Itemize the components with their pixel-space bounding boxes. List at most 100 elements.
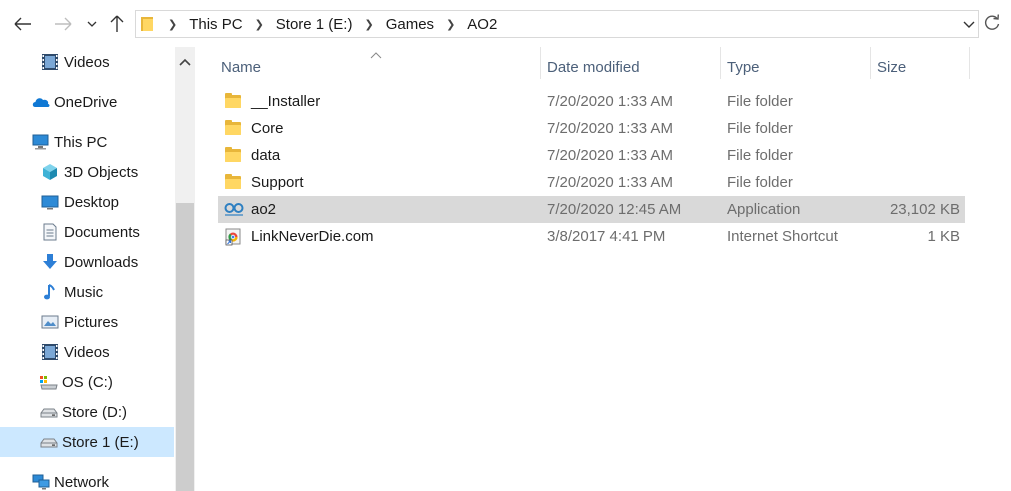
file-row-data[interactable]: data 7/20/2020 1:33 AM File folder <box>218 142 965 169</box>
file-size <box>878 169 960 196</box>
file-name: data <box>251 147 281 164</box>
file-row-support[interactable]: Support 7/20/2020 1:33 AM File folder <box>218 169 965 196</box>
file-type: Internet Shortcut <box>727 228 838 245</box>
file-size <box>878 88 960 115</box>
nav-item-3d-objects[interactable]: 3D Objects <box>0 157 174 187</box>
scrollbar-thumb[interactable] <box>176 203 194 491</box>
file-name: Core <box>251 120 284 137</box>
file-name-cell: Core <box>224 115 284 142</box>
file-row-installer[interactable]: __Installer 7/20/2020 1:33 AM File folde… <box>218 88 965 115</box>
nav-item-label: Documents <box>64 223 140 241</box>
file-type: File folder <box>727 174 793 191</box>
column-header-name[interactable]: Name <box>215 52 540 82</box>
folder-icon <box>141 16 155 35</box>
videos-icon <box>41 343 59 361</box>
file-name: ao2 <box>251 201 277 218</box>
navigation-pane: Videos OneDrive This PC 3D Objects Deskt… <box>0 47 195 491</box>
file-date: 7/20/2020 1:33 AM <box>547 93 673 110</box>
file-type: File folder <box>727 120 793 137</box>
this-pc-icon <box>31 133 49 151</box>
nav-item-label: Pictures <box>64 313 119 331</box>
breadcrumb-store-1[interactable]: Store 1 (E:) <box>274 16 355 33</box>
up-button[interactable] <box>107 10 127 38</box>
nav-item-label: 3D Objects <box>64 163 139 181</box>
nav-item-label: Store 1 (E:) <box>62 433 139 451</box>
nav-item-videos-2[interactable]: Videos <box>0 337 174 367</box>
nav-item-desktop[interactable]: Desktop <box>0 187 174 217</box>
nav-item-os-c[interactable]: OS (C:) <box>0 367 174 397</box>
up-arrow-icon <box>110 15 124 32</box>
file-name-cell: LinkNeverDie.com <box>224 223 374 250</box>
nav-item-label: OS (C:) <box>62 373 113 391</box>
address-toolbar: ❯ This PC ❯ Store 1 (E:) ❯ Games ❯ AO2 <box>0 0 1011 47</box>
address-bar[interactable]: ❯ This PC ❯ Store 1 (E:) ❯ Games ❯ AO2 <box>135 10 979 38</box>
nav-item-store-d[interactable]: Store (D:) <box>0 397 174 427</box>
file-type: Application <box>727 201 801 218</box>
breadcrumb-ao2[interactable]: AO2 <box>465 16 499 33</box>
file-row-core[interactable]: Core 7/20/2020 1:33 AM File folder <box>218 115 965 142</box>
file-name: __Installer <box>251 93 321 110</box>
column-header-size[interactable]: Size <box>871 52 969 82</box>
drive-icon <box>39 433 58 451</box>
3d-objects-icon <box>41 163 59 181</box>
file-date: 7/20/2020 1:33 AM <box>547 174 673 191</box>
onedrive-icon <box>31 93 50 111</box>
os-drive-icon <box>39 373 58 391</box>
file-row-ao2[interactable]: ao2 7/20/2020 12:45 AM Application 23,10… <box>218 196 965 223</box>
nav-item-label: Desktop <box>64 193 120 211</box>
file-date: 7/20/2020 1:33 AM <box>547 147 673 164</box>
nav-item-pictures[interactable]: Pictures <box>0 307 174 337</box>
file-row-linkneverdie[interactable]: LinkNeverDie.com 3/8/2017 4:41 PM Intern… <box>218 223 965 250</box>
file-name-cell: data <box>224 142 280 169</box>
scroll-up-button[interactable] <box>179 53 191 69</box>
file-name-cell: ao2 <box>224 196 276 223</box>
network-icon <box>31 473 50 491</box>
breadcrumb-separator-icon[interactable]: ❯ <box>245 18 274 31</box>
drive-icon <box>39 403 58 421</box>
file-date: 7/20/2020 12:45 AM <box>547 201 682 218</box>
column-header-type[interactable]: Type <box>721 52 870 82</box>
column-divider[interactable] <box>969 47 970 79</box>
nav-item-downloads[interactable]: Downloads <box>0 247 174 277</box>
documents-icon <box>41 223 59 241</box>
recent-locations-button[interactable] <box>84 10 100 38</box>
nav-item-label: Store (D:) <box>62 403 128 421</box>
videos-icon <box>41 53 59 71</box>
folder-icon <box>224 146 244 166</box>
breadcrumb-games[interactable]: Games <box>384 16 436 33</box>
file-type: File folder <box>727 147 793 164</box>
refresh-button[interactable] <box>983 14 1001 35</box>
nav-pane-scrollbar[interactable] <box>175 47 195 491</box>
nav-item-onedrive[interactable]: OneDrive <box>0 87 174 117</box>
back-button[interactable] <box>12 10 34 38</box>
address-dropdown-button[interactable] <box>963 17 975 34</box>
file-name-cell: __Installer <box>224 88 320 115</box>
internet-shortcut-icon <box>224 227 244 247</box>
nav-item-videos[interactable]: Videos <box>0 47 174 77</box>
folder-icon <box>224 173 244 193</box>
nav-item-label: OneDrive <box>54 93 118 111</box>
chevron-down-icon <box>963 21 975 28</box>
file-list: Name Date modified Type Size __Installer… <box>195 47 1011 491</box>
file-size <box>878 115 960 142</box>
breadcrumb-this-pc[interactable]: This PC <box>187 16 244 33</box>
nav-item-music[interactable]: Music <box>0 277 174 307</box>
nav-item-documents[interactable]: Documents <box>0 217 174 247</box>
breadcrumb: ❯ This PC ❯ Store 1 (E:) ❯ Games ❯ AO2 <box>162 11 499 37</box>
file-name: LinkNeverDie.com <box>251 228 374 245</box>
breadcrumb-separator-icon[interactable]: ❯ <box>436 18 465 31</box>
nav-item-store-1-e[interactable]: Store 1 (E:) <box>0 427 174 457</box>
back-arrow-icon <box>14 17 31 31</box>
column-header-date-modified[interactable]: Date modified <box>541 52 720 82</box>
forward-button[interactable] <box>52 10 74 38</box>
file-type: File folder <box>727 93 793 110</box>
music-icon <box>41 283 59 301</box>
breadcrumb-separator-icon[interactable]: ❯ <box>354 18 383 31</box>
chevron-up-icon <box>179 58 191 66</box>
folder-icon <box>224 92 244 112</box>
nav-item-label: Downloads <box>64 253 139 271</box>
nav-item-network[interactable]: Network <box>0 467 174 491</box>
breadcrumb-separator-icon[interactable]: ❯ <box>162 18 187 31</box>
nav-item-this-pc[interactable]: This PC <box>0 127 174 157</box>
nav-item-label: Music <box>64 283 104 301</box>
